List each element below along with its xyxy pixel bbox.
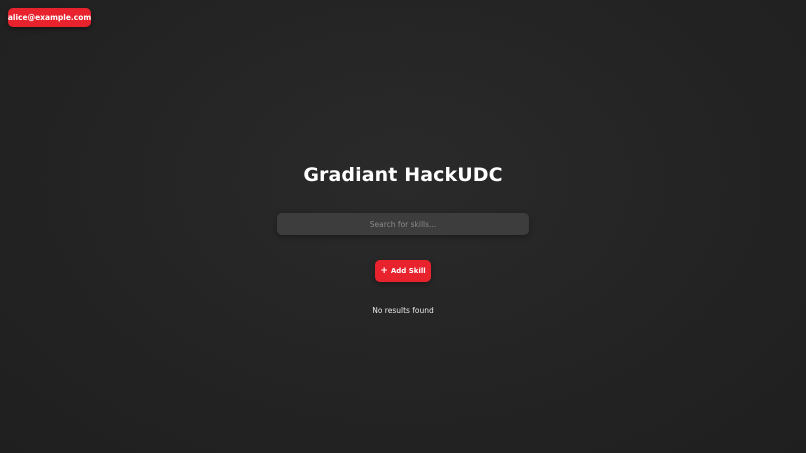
user-email-button[interactable]: alice@example.com — [8, 8, 91, 27]
empty-results-message: No results found — [372, 306, 434, 315]
user-email-label: alice@example.com — [7, 13, 92, 22]
search-input[interactable] — [277, 213, 529, 235]
plus-icon: + — [380, 265, 388, 276]
add-skill-button[interactable]: + Add Skill — [375, 260, 431, 282]
page-title: Gradiant HackUDC — [303, 164, 503, 186]
add-skill-label: Add Skill — [390, 267, 426, 275]
